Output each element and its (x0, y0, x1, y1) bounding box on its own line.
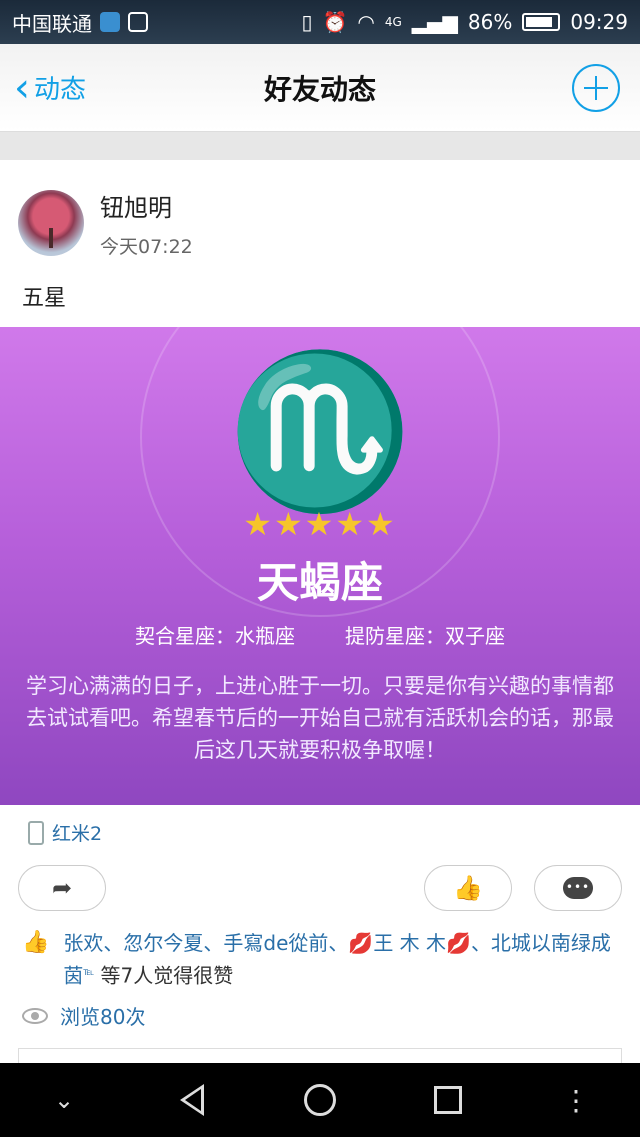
lips-icon: 💋 (446, 931, 471, 955)
back-button[interactable]: ‹ 动态 (14, 68, 86, 108)
comment-bubble-icon: ••• (563, 877, 593, 899)
post-text: 五星 (22, 286, 67, 311)
system-nav-bar: ⌄ ⋮ (0, 1063, 640, 1137)
clock: 09:29 (570, 10, 628, 34)
comment-button[interactable]: ••• (534, 865, 622, 911)
likes-text: 张欢、忽尔今夏、手寫de從前、💋王 木 木💋、北城以南绿成茵℡ 等7人觉得很赞 (63, 928, 622, 991)
horoscope-image[interactable]: ♏ ★★★★★ 天蝎座 契合星座：水瓶座 提防星座：双子座 学习心满满的日子，上… (0, 327, 640, 805)
lips-icon: 💋 (348, 931, 374, 955)
match-sign: 契合星座：水瓶座 (135, 624, 295, 648)
image-notification-icon (128, 12, 148, 32)
fortune-text: 学习心满满的日子，上进心胜于一切。只要是你有兴趣的事情都去试试看吧。希望春节后的… (26, 674, 614, 762)
likes-count: 等7人觉得很赞 (100, 963, 234, 988)
more-menu-icon[interactable]: ⋮ (536, 1084, 616, 1117)
thumbs-up-icon: 👍 (22, 930, 50, 955)
eye-icon (22, 1007, 48, 1024)
device-info: 红米2 (28, 819, 102, 846)
thumbs-up-icon: 👍 (453, 874, 483, 902)
chevron-down-icon[interactable]: ⌄ (24, 1086, 104, 1114)
post-timestamp: 今天07:22 (100, 236, 193, 258)
phone-icon (28, 820, 44, 845)
liker-names[interactable]: 张欢、忽尔今夏、手寫de從前、 (63, 931, 348, 955)
chevron-left-icon: ‹ (14, 64, 30, 111)
like-button[interactable]: 👍 (424, 865, 512, 911)
status-bar: 中国联通 ▯ ⏰ ◠ 4G ▂▄▆ 86% 09:29 (0, 0, 640, 44)
post-username[interactable]: 钮旭明 (100, 188, 172, 223)
compatibility-row: 契合星座：水瓶座 提防星座：双子座 (0, 620, 640, 649)
vibrate-icon: ▯ (301, 10, 313, 34)
likes-summary: 👍 张欢、忽尔今夏、手寫de從前、💋王 木 木💋、北城以南绿成茵℡ 等7人觉得很… (22, 928, 622, 991)
signal-icon: ▂▄▆ (411, 10, 458, 34)
tel-icon: ℡ (83, 967, 95, 978)
alarm-icon: ⏰ (322, 10, 348, 34)
nav-recents-button[interactable] (434, 1086, 462, 1114)
carrier-label: 中国联通 (12, 11, 92, 36)
scorpio-icon: ♏ (226, 345, 414, 519)
star-rating: ★★★★★ (243, 505, 397, 543)
views-row: 浏览80次 (22, 1001, 145, 1030)
add-button[interactable] (572, 64, 620, 112)
app-notification-icon (100, 12, 120, 32)
share-arrow-icon: ➦ (51, 874, 73, 902)
nav-home-button[interactable] (304, 1084, 336, 1116)
share-button[interactable]: ➦ (18, 865, 106, 911)
avatar[interactable] (18, 190, 84, 256)
battery-icon (522, 13, 561, 31)
battery-percent: 86% (467, 10, 513, 34)
back-label: 动态 (34, 75, 87, 105)
nav-back-button[interactable] (180, 1084, 204, 1116)
device-name: 红米2 (52, 823, 103, 845)
app-header: ‹ 动态 好友动态 (0, 44, 640, 132)
feed-divider (0, 132, 640, 160)
liker-name-wang[interactable]: 王 木 木 (373, 931, 446, 955)
network-type: 4G (384, 15, 402, 29)
zodiac-name: 天蝎座 (256, 558, 383, 607)
wifi-icon: ◠ (357, 10, 375, 34)
page-title: 好友动态 (263, 72, 376, 106)
caution-sign: 提防星座：双子座 (345, 624, 505, 648)
status-right-group: ▯ ⏰ ◠ 4G ▂▄▆ 86% 09:29 (301, 10, 628, 34)
feed-post: 钮旭明 今天07:22 五星 ♏ ★★★★★ 天蝎座 契合星座：水瓶座 提防星座… (0, 160, 640, 1068)
views-count: 浏览80次 (60, 1005, 146, 1029)
